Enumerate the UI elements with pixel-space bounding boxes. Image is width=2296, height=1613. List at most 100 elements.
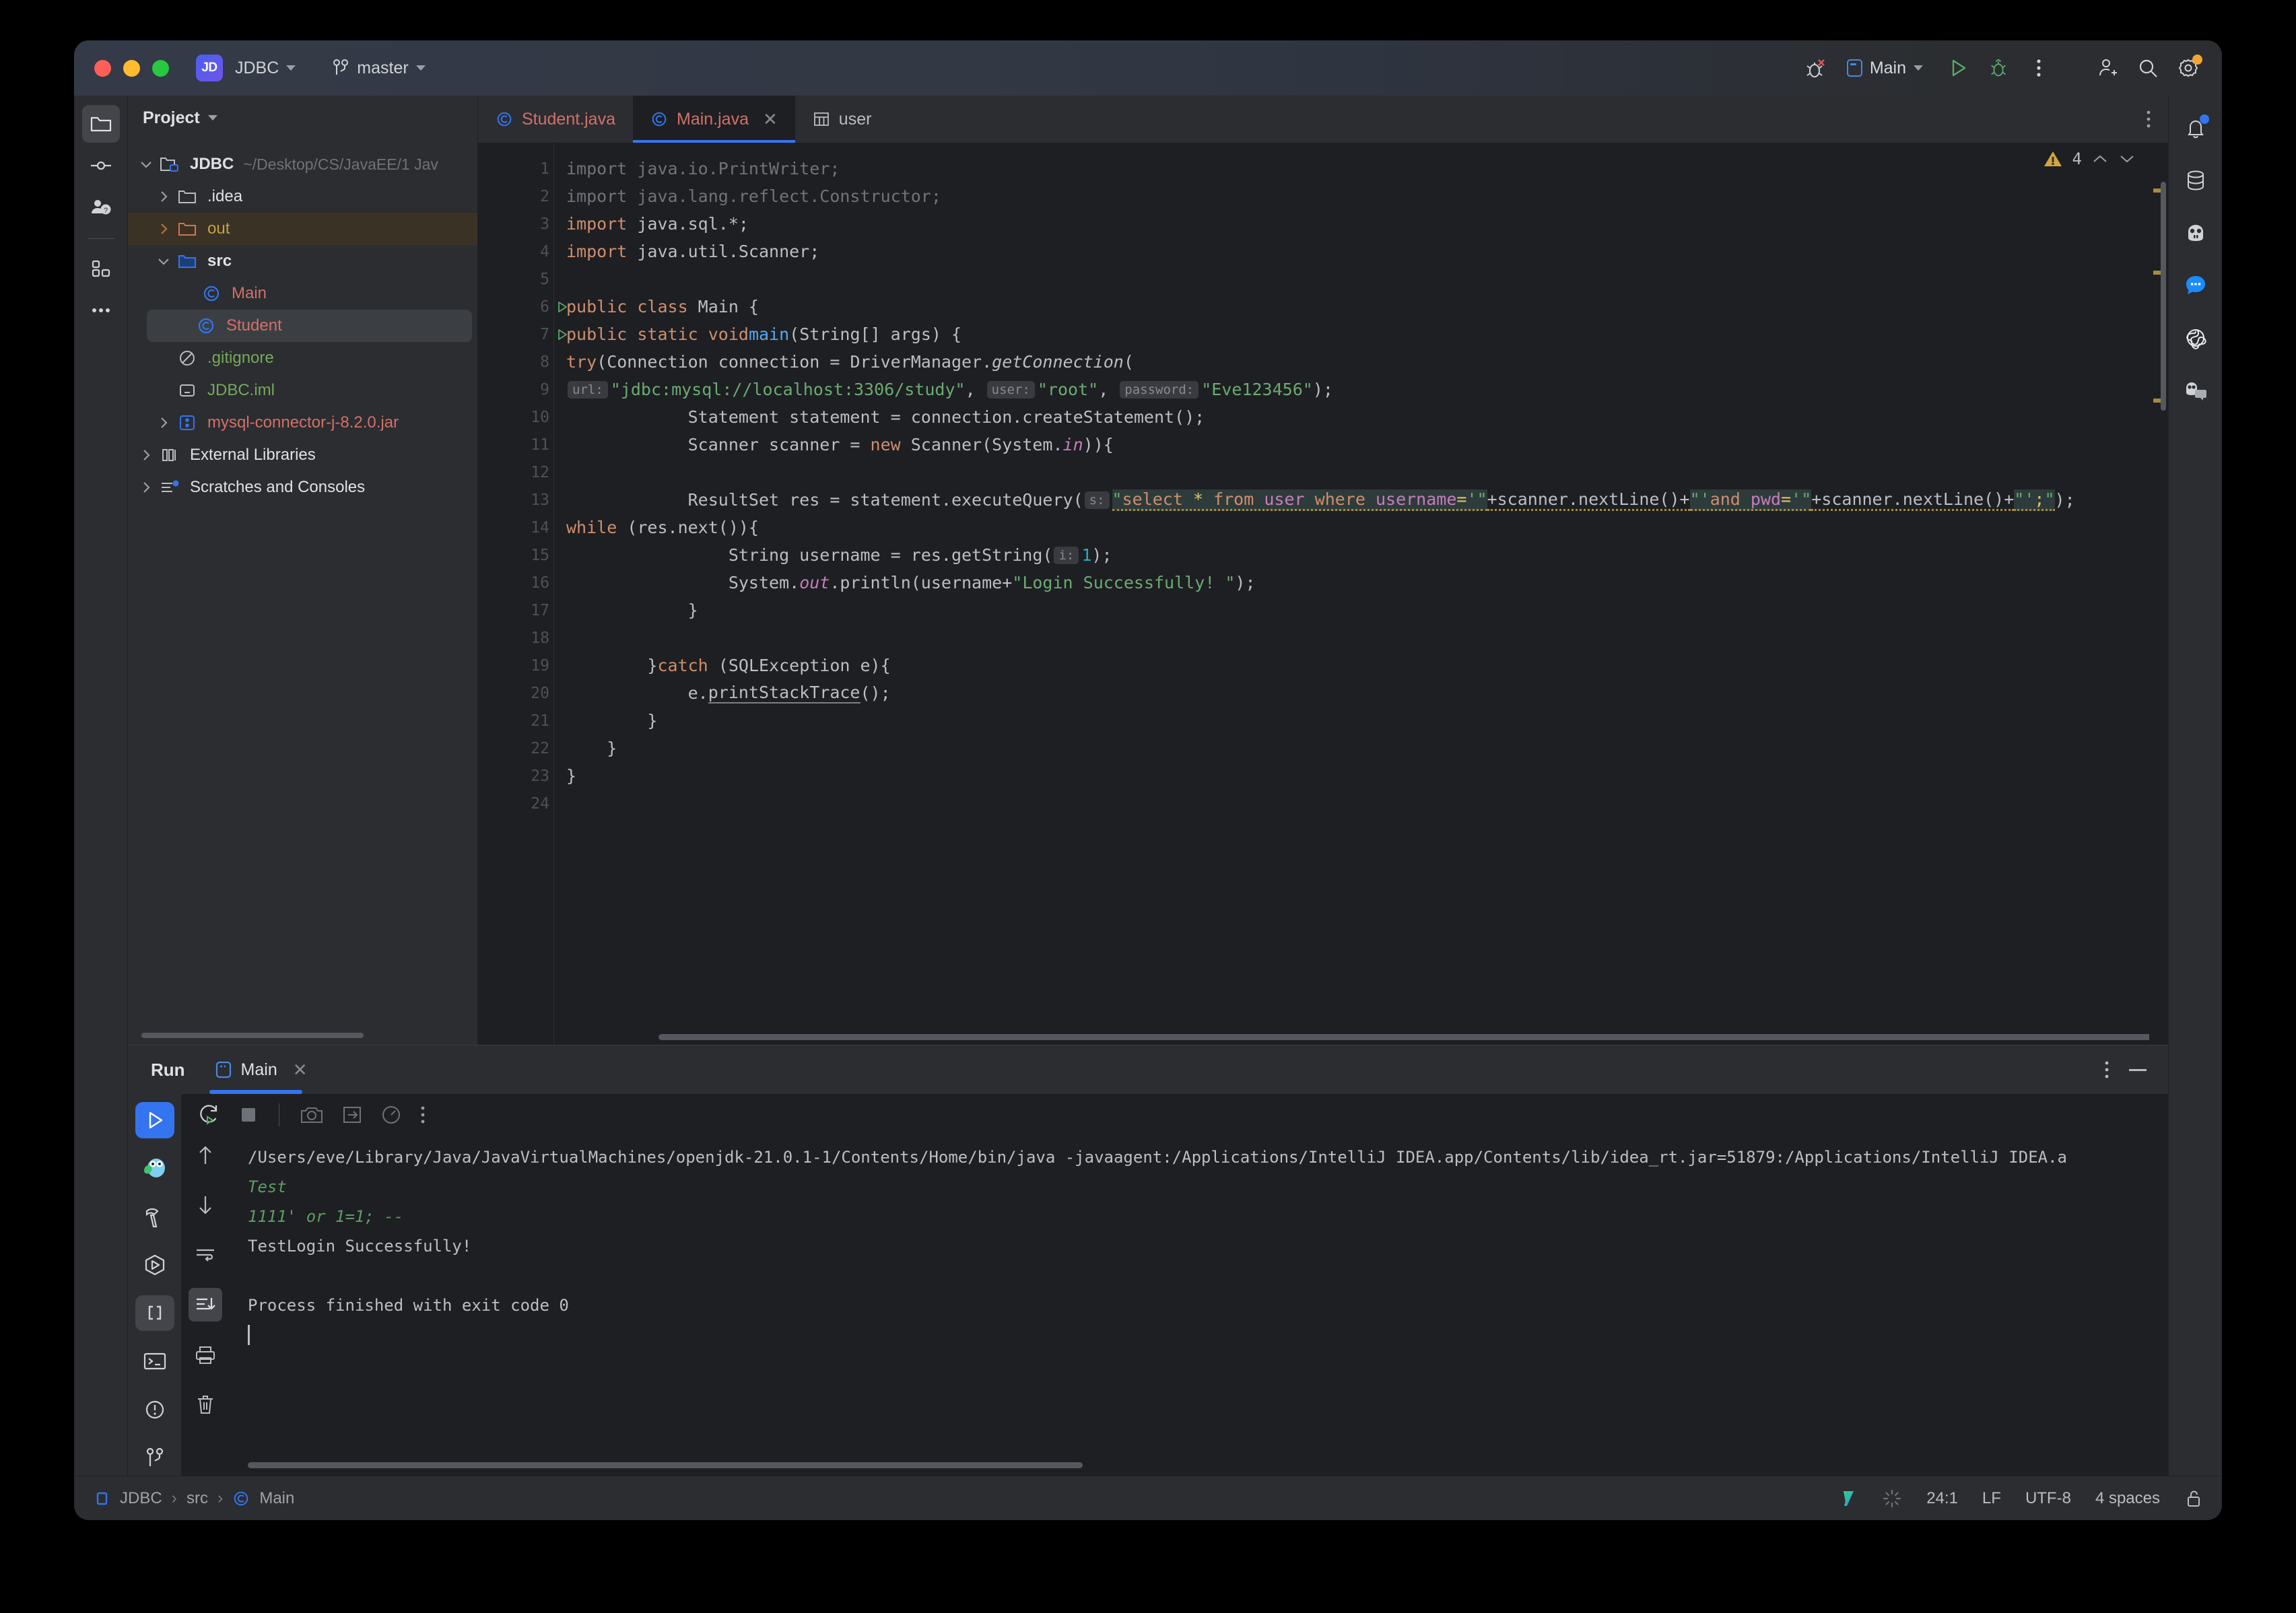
run-tab-main[interactable]: Main ✕ — [209, 1045, 312, 1094]
tree-row-main[interactable]: Main — [128, 277, 477, 310]
tree-row-out[interactable]: out — [128, 213, 477, 245]
arrow-down-icon[interactable] — [189, 1188, 222, 1222]
chat-bubble-icon[interactable] — [2177, 267, 2215, 304]
sidebar-item-structure[interactable] — [82, 250, 120, 287]
tab-main-java[interactable]: Main.java ✕ — [633, 96, 795, 143]
arrow-up-icon[interactable] — [189, 1138, 222, 1172]
collapse-arrow-icon[interactable] — [135, 160, 158, 168]
wrap-icon[interactable] — [189, 1238, 222, 1272]
add-user-icon[interactable] — [2090, 50, 2125, 85]
tree-row-student[interactable]: Student — [147, 310, 472, 342]
validation-check-icon[interactable] — [1840, 1488, 1858, 1509]
sidebar-item-go[interactable] — [135, 1151, 174, 1187]
expand-arrow-icon[interactable] — [152, 191, 175, 203]
expand-arrow-icon[interactable] — [152, 417, 175, 429]
breadcrumb-item-main[interactable]: Main — [259, 1489, 294, 1508]
tab-student-java[interactable]: Student.java — [478, 96, 633, 143]
tree-row-gitignore[interactable]: .gitignore — [128, 342, 477, 374]
console-hscrollbar[interactable] — [229, 1462, 2168, 1476]
tree-row-jdbc[interactable]: JDBC ~/Desktop/CS/JavaEE/1 Jav — [128, 148, 477, 180]
minimize-icon[interactable] — [2128, 1066, 2148, 1073]
breadcrumb[interactable]: JDBC › src › Main — [94, 1488, 294, 1508]
camera-icon[interactable] — [300, 1105, 324, 1125]
project-name-dropdown[interactable]: JDBC — [228, 55, 302, 82]
minimize-window-button[interactable] — [123, 59, 140, 77]
sidebar-item-endpoints[interactable] — [135, 1295, 174, 1332]
sidebar-item-build[interactable] — [135, 1198, 174, 1235]
scroll-end-icon[interactable] — [189, 1288, 222, 1322]
maximize-window-button[interactable] — [152, 59, 169, 77]
more-vertical-icon[interactable] — [419, 1105, 426, 1125]
line-number: 22 — [531, 739, 549, 757]
settings-icon[interactable] — [2171, 50, 2206, 85]
expand-arrow-icon[interactable] — [135, 449, 158, 461]
ai-robot-icon[interactable] — [2177, 214, 2215, 252]
close-window-button[interactable] — [94, 59, 111, 77]
gauge-icon[interactable] — [380, 1104, 402, 1126]
warning-triangle-icon — [2043, 149, 2063, 168]
sidebar-item-pull-requests[interactable]: ? — [82, 188, 120, 226]
previous-problem-icon[interactable] — [2091, 153, 2109, 165]
console-output[interactable]: /Users/eve/Library/Java/JavaVirtualMachi… — [229, 1136, 2168, 1462]
editor-viewport[interactable]: 1 2 3 4 5 6 7 8 9 10 11 12 13 14 15 16 1… — [478, 143, 2168, 1045]
sidebar-item-run[interactable] — [135, 1102, 174, 1138]
run-configuration-selector[interactable]: Main — [1839, 55, 1931, 82]
editor-hscrollbar[interactable] — [554, 1034, 2149, 1041]
close-icon[interactable]: ✕ — [763, 109, 778, 130]
code-text-area[interactable]: import java.io.PrintWriter; import java.… — [553, 143, 2149, 1045]
run-button[interactable] — [1940, 50, 1976, 85]
more-vertical-icon[interactable] — [2103, 1060, 2110, 1080]
sidebar-item-services[interactable] — [135, 1247, 174, 1283]
project-panel-hscrollbar[interactable] — [141, 1033, 468, 1039]
breadcrumb-item-src[interactable]: src — [187, 1489, 208, 1508]
breadcrumb-item-jdbc[interactable]: JDBC — [120, 1489, 162, 1508]
editor-marker-stripe[interactable] — [2149, 143, 2168, 1045]
tree-row-src[interactable]: src — [128, 245, 477, 277]
tree-row-idea[interactable]: .idea — [128, 180, 477, 213]
code-with-me-icon[interactable] — [2177, 372, 2215, 409]
sidebar-item-commit[interactable] — [82, 147, 120, 184]
database-icon[interactable] — [2177, 162, 2215, 199]
sidebar-item-terminal[interactable] — [135, 1343, 174, 1379]
next-problem-icon[interactable] — [2118, 153, 2136, 165]
expand-arrow-icon[interactable] — [135, 481, 158, 493]
branch-dropdown[interactable]: master — [325, 54, 432, 82]
expand-arrow-icon[interactable] — [152, 223, 175, 235]
close-icon[interactable]: ✕ — [293, 1060, 308, 1080]
collapse-arrow-icon[interactable] — [152, 257, 175, 265]
line-separator[interactable]: LF — [1982, 1489, 2001, 1508]
search-icon[interactable] — [2130, 50, 2165, 85]
notifications-icon[interactable] — [2177, 109, 2215, 147]
debug-disabled-icon[interactable] — [1798, 50, 1833, 85]
editor-gutter[interactable]: 1 2 3 4 5 6 7 8 9 10 11 12 13 14 15 16 1… — [478, 143, 567, 1045]
openai-icon[interactable] — [2177, 319, 2215, 357]
code-line-14: while (res.next()){ — [566, 518, 759, 537]
tree-row-external-libraries[interactable]: External Libraries — [128, 439, 477, 471]
trash-icon[interactable] — [189, 1387, 222, 1421]
sidebar-item-problems[interactable] — [135, 1392, 174, 1428]
indent-setting[interactable]: 4 spaces — [2095, 1489, 2160, 1508]
tree-row-mysql-connector[interactable]: mysql-connector-j-8.2.0.jar — [128, 407, 477, 439]
tree-row-scratches[interactable]: Scratches and Consoles — [128, 471, 477, 504]
tab-user-table[interactable]: user — [795, 96, 889, 143]
file-encoding[interactable]: UTF-8 — [2025, 1489, 2071, 1508]
rerun-icon[interactable] — [198, 1103, 221, 1126]
printer-icon[interactable] — [189, 1338, 222, 1371]
caret-position[interactable]: 24:1 — [1926, 1489, 1958, 1508]
unlocked-icon[interactable] — [2184, 1488, 2203, 1509]
line-number: 18 — [531, 629, 549, 647]
sidebar-item-project[interactable] — [81, 105, 120, 143]
sidebar-item-version-control[interactable] — [135, 1439, 174, 1476]
tree-row-iml[interactable]: JDBC.iml — [128, 374, 477, 407]
editor-vscrollbar[interactable] — [2161, 182, 2166, 411]
more-actions-button[interactable] — [2021, 50, 2056, 85]
inspection-widget[interactable]: 4 — [2043, 149, 2136, 168]
project-panel-header[interactable]: Project — [128, 96, 477, 140]
window-controls[interactable] — [94, 59, 169, 77]
debug-button[interactable] — [1981, 50, 2016, 85]
stop-icon[interactable] — [238, 1105, 259, 1125]
editor-options-button[interactable] — [2129, 96, 2168, 143]
sidebar-item-more[interactable] — [82, 291, 120, 329]
export-icon[interactable] — [341, 1105, 363, 1125]
